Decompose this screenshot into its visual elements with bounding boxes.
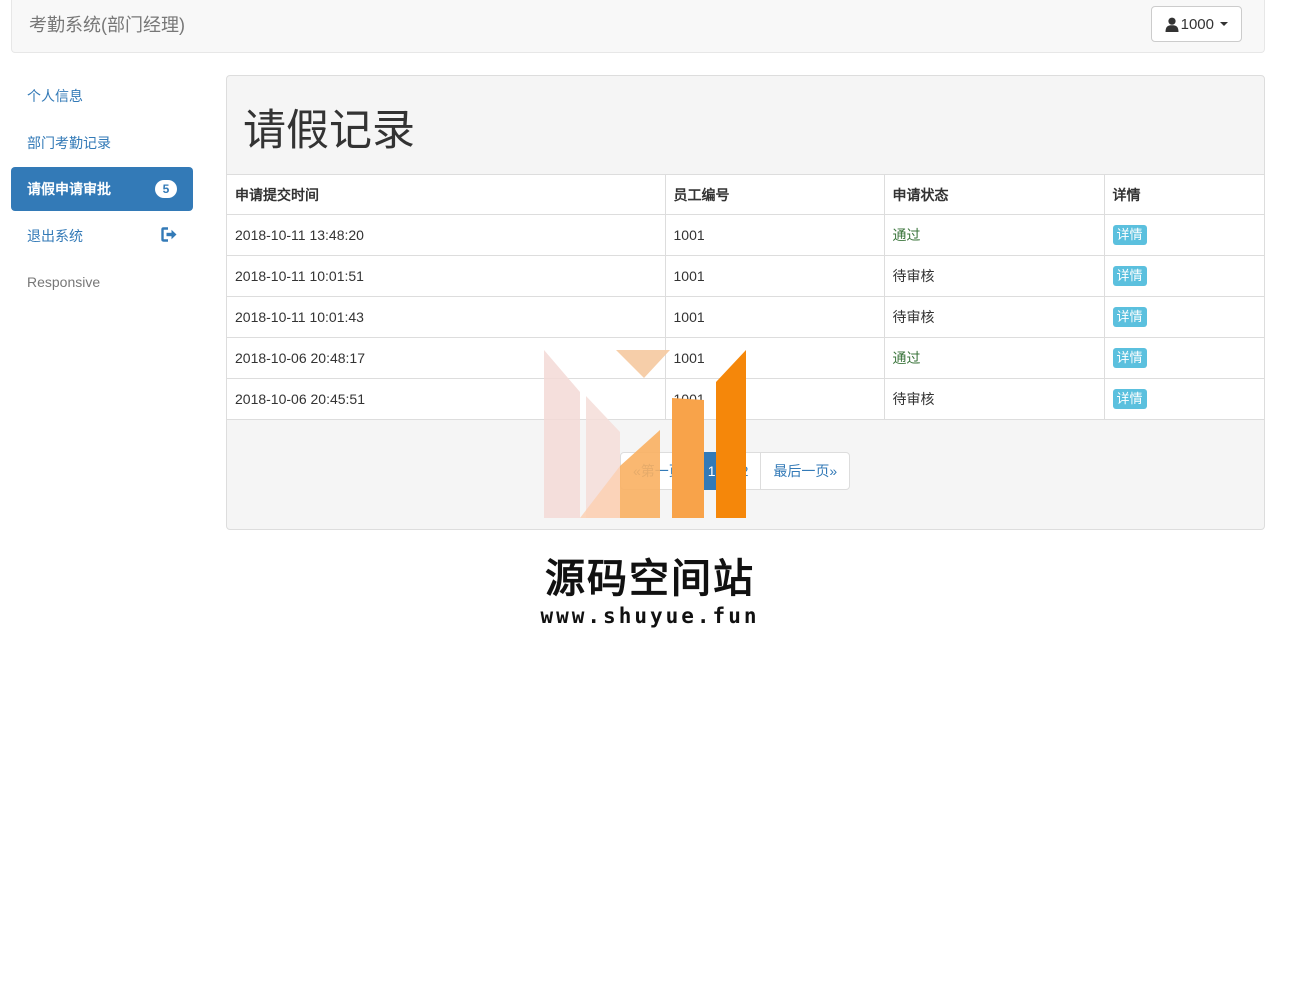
submit-time-cell: 2018-10-11 10:01:51: [227, 255, 666, 297]
top-navbar: 考勤系统(部门经理) 1000: [11, 0, 1265, 53]
user-icon: [1165, 17, 1179, 32]
status-cell: 通过: [884, 337, 1105, 379]
sidebar-item-label: 部门考勤记录: [27, 134, 111, 151]
sidebar-item-logout[interactable]: 退出系统: [11, 214, 193, 258]
submit-time-cell: 2018-10-06 20:48:17: [227, 337, 666, 379]
table-row: 2018-10-11 10:01:43 1001 待审核 详情: [227, 296, 1264, 338]
employee-id-cell: 1001: [665, 214, 885, 256]
status-cell: 待审核: [884, 378, 1105, 420]
pagination-first-link[interactable]: «第一页: [620, 452, 696, 490]
pagination-last-link[interactable]: 最后一页»: [760, 452, 851, 490]
details-button[interactable]: 详情: [1112, 266, 1147, 286]
user-menu-button[interactable]: 1000: [1150, 6, 1242, 42]
column-header-details: 详情: [1104, 174, 1264, 215]
watermark-name: 源码空间站: [545, 557, 755, 601]
sidebar-item-label: 个人信息: [27, 88, 83, 104]
details-button[interactable]: 详情: [1112, 225, 1147, 245]
watermark-url: www.shuyue.fun: [540, 604, 760, 628]
sidebar-item-profile[interactable]: 个人信息: [11, 74, 193, 118]
employee-id-cell: 1001: [665, 337, 885, 379]
submit-time-cell: 2018-10-06 20:45:51: [227, 378, 666, 420]
status-cell: 待审核: [884, 255, 1105, 297]
details-cell: 详情: [1104, 296, 1264, 338]
column-header-employee-id: 员工编号: [665, 174, 885, 215]
table-row: 2018-10-06 20:45:51 1001 待审核 详情: [227, 378, 1264, 420]
pagination-page-2[interactable]: 2: [727, 452, 762, 490]
sidebar-item-dept-attendance[interactable]: 部门考勤记录: [11, 121, 193, 165]
sidebar-item-leave-approval[interactable]: 请假申请审批 5: [11, 167, 193, 211]
details-cell: 详情: [1104, 337, 1264, 379]
status-cell: 待审核: [884, 296, 1105, 338]
submit-time-cell: 2018-10-11 13:48:20: [227, 214, 666, 256]
table-row: 2018-10-11 10:01:51 1001 待审核 详情: [227, 255, 1264, 297]
employee-id-cell: 1001: [665, 378, 885, 420]
page-title: 请假记录: [243, 107, 415, 155]
column-header-status: 申请状态: [884, 174, 1105, 215]
status-cell: 通过: [884, 214, 1105, 256]
details-cell: 详情: [1104, 255, 1264, 297]
table-header-row: 申请提交时间 员工编号 申请状态 详情: [227, 174, 1264, 215]
leave-records-panel: 请假记录 申请提交时间 员工编号 申请状态 详情 2018-10-11 13:4…: [226, 75, 1265, 530]
column-header-submit-time: 申请提交时间: [227, 174, 666, 215]
submit-time-cell: 2018-10-11 10:01:43: [227, 296, 666, 338]
sidebar-item-label: 请假申请审批: [27, 181, 111, 197]
leave-records-table: 申请提交时间 员工编号 申请状态 详情 2018-10-11 13:48:20 …: [227, 174, 1264, 420]
details-button[interactable]: 详情: [1112, 307, 1147, 327]
details-cell: 详情: [1104, 214, 1264, 256]
employee-id-cell: 1001: [665, 255, 885, 297]
pagination-page-1[interactable]: 1: [694, 452, 729, 490]
details-button[interactable]: 详情: [1112, 389, 1147, 409]
details-cell: 详情: [1104, 378, 1264, 420]
navbar-brand[interactable]: 考勤系统(部门经理): [29, 13, 185, 37]
sidebar-nav: 个人信息 部门考勤记录 请假申请审批 5 退出系统 Responsive: [11, 74, 193, 307]
logout-icon: [161, 226, 177, 245]
details-button[interactable]: 详情: [1112, 348, 1147, 368]
sidebar-item-label: 退出系统: [27, 227, 83, 244]
pending-count-badge: 5: [155, 180, 177, 198]
table-row: 2018-10-11 13:48:20 1001 通过 详情: [227, 214, 1264, 256]
employee-id-cell: 1001: [665, 296, 885, 338]
chevron-down-icon: [1220, 22, 1228, 26]
sidebar-item-responsive: Responsive: [11, 260, 193, 304]
pagination: «第一页 1 2 最后一页»: [620, 452, 851, 490]
table-row: 2018-10-06 20:48:17 1001 通过 详情: [227, 337, 1264, 379]
sidebar-item-label: Responsive: [27, 274, 101, 290]
user-id-label: 1000: [1180, 15, 1214, 33]
